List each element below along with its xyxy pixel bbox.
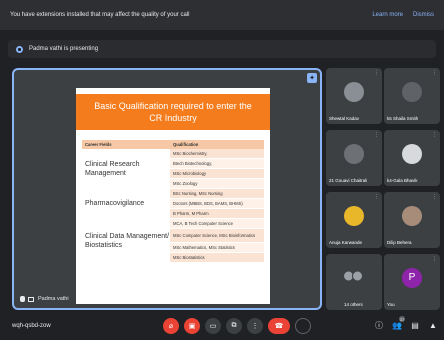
dismiss-button[interactable]: Dismiss	[413, 12, 434, 18]
presenter-name: Padma vathi	[38, 296, 69, 302]
header-qualification: Qualification	[173, 142, 199, 147]
people-count: 37	[399, 316, 405, 322]
people-icon[interactable]: 👥 37	[392, 316, 405, 330]
extensions-banner: You have extensions installed that may a…	[0, 0, 444, 30]
qualification-cell: MCA, B Tech Computer Science	[170, 219, 264, 229]
table-group: Clinical Research Management MSc Biochem…	[82, 149, 264, 189]
avatar	[402, 205, 422, 226]
participant-tile[interactable]: ⋮ k5 Shaila Smith	[384, 68, 440, 124]
end-call-button[interactable]: ☎	[268, 318, 290, 334]
mic-off-icon	[20, 296, 25, 302]
career-field: Clinical Data Management/ Biostatistics	[85, 232, 170, 249]
others-tile[interactable]: 14 others	[326, 254, 382, 310]
participant-tile[interactable]: ⋮ Anuja Karwande	[326, 192, 382, 248]
qualification-cell: Doctors (MBBS, BDS, BAMS, BHMS)	[170, 199, 264, 209]
side-icons: ⓘ 👥 37 ▤ ▲	[366, 316, 438, 330]
others-avatars	[343, 270, 363, 282]
participant-name: k4-Gala Bhavik	[387, 178, 418, 183]
avatar: P	[402, 267, 422, 288]
bottom-bar: wqh-qsbd-zow ⌀ ▣ ▭ ⧉ ⋮ ☎ ⓘ 👥 37 ▤ ▲	[0, 312, 444, 340]
more-options-icon[interactable]: ⋮	[374, 194, 379, 200]
qualification-cell: BSc Nursing, MSc Nursing	[170, 189, 264, 199]
more-options-icon[interactable]: ⋮	[432, 70, 437, 76]
qualification-cell: MSc Biochemistry,	[170, 149, 264, 159]
more-options-icon[interactable]: ⋮	[432, 194, 437, 200]
table-header: Career Fields Qualification	[82, 140, 264, 149]
more-options-button[interactable]: ⋮	[247, 318, 263, 334]
participant-name: Dilip Behera	[387, 240, 412, 245]
camera-off-button[interactable]: ▣	[184, 318, 200, 334]
more-options-icon[interactable]: ⋮	[432, 256, 437, 262]
slide: Basic Qualification required to enter th…	[76, 88, 270, 304]
career-field: Clinical Research Management	[85, 160, 140, 177]
qualification-cell: MSc Mathematics, MSc Statistics	[170, 243, 264, 253]
qualification-table: Career Fields Qualification Clinical Res…	[82, 140, 264, 263]
participant-tile[interactable]: ⋮ Shewtal Kadav	[326, 68, 382, 124]
avatar	[344, 81, 364, 102]
qualification-cell: B Pharm, M Pharm	[170, 209, 264, 219]
chat-icon[interactable]: ▤	[410, 320, 420, 330]
learn-more-link[interactable]: Learn more	[372, 12, 403, 18]
activities-icon[interactable]: ▲	[428, 320, 438, 330]
table-group: Pharmacovigilance BSc Nursing, MSc Nursi…	[82, 189, 264, 219]
avatar	[344, 205, 364, 226]
participant-name: You	[387, 302, 395, 307]
presentation-tile[interactable]: ✦ Basic Qualification required to enter …	[12, 68, 322, 310]
participant-tile[interactable]: ⋮ k4-Gala Bhavik	[384, 130, 440, 186]
pin-icon[interactable]: ✦	[307, 73, 317, 83]
avatar	[402, 81, 422, 102]
presenting-bar: Padma vathi is presenting	[8, 40, 436, 58]
meeting-code: wqh-qsbd-zow	[12, 323, 51, 329]
mic-off-button[interactable]: ⌀	[163, 318, 179, 334]
participant-tile[interactable]: ⋮ 21 Gouavi Chaitrali	[326, 130, 382, 186]
qualification-cell: MSc Zoology	[170, 179, 264, 189]
table-group: Clinical Data Management/ Biostatistics …	[82, 219, 264, 263]
slide-title-line1: Basic Qualification required to enter th…	[94, 100, 252, 111]
captions-button[interactable]: ▭	[205, 318, 221, 334]
slide-title-line2: CR Industry	[149, 113, 197, 123]
slide-title: Basic Qualification required to enter th…	[76, 94, 270, 130]
participant-name: Shewtal Kadav	[329, 116, 360, 121]
qualification-cell: Btech Biotechnology,	[170, 159, 264, 169]
call-controls: ⌀ ▣ ▭ ⧉ ⋮ ☎	[163, 318, 316, 334]
participant-tile[interactable]: ⋮ Dilip Behera	[384, 192, 440, 248]
header-career-fields: Career Fields	[85, 142, 112, 147]
reactions-button[interactable]	[295, 318, 311, 334]
screen-share-icon	[28, 296, 34, 302]
qualification-cell: MSc Biostatistics	[170, 253, 264, 263]
present-button[interactable]: ⧉	[226, 318, 242, 334]
present-icon	[16, 45, 23, 53]
presenter-name-tag: Padma vathi	[16, 294, 73, 304]
avatar	[402, 143, 422, 164]
participant-name: Anuja Karwande	[329, 240, 363, 245]
self-tile[interactable]: ⋮ P You	[384, 254, 440, 310]
participant-name: 21 Gouavi Chaitrali	[329, 178, 368, 183]
qualification-cell: MSc Microbiology	[170, 169, 264, 179]
participant-name: k5 Shaila Smith	[387, 116, 419, 121]
career-field: Pharmacovigilance	[85, 200, 145, 208]
more-options-icon[interactable]: ⋮	[432, 132, 437, 138]
avatar	[344, 143, 364, 164]
more-options-icon[interactable]: ⋮	[374, 70, 379, 76]
more-options-icon[interactable]: ⋮	[374, 132, 379, 138]
qualification-cell: MSc Computer Science, MSc Bioinformatics	[170, 229, 264, 243]
banner-message: You have extensions installed that may a…	[10, 12, 190, 18]
presenting-text: Padma vathi is presenting	[29, 46, 99, 52]
participant-name: 14 others	[344, 302, 363, 307]
info-icon[interactable]: ⓘ	[374, 320, 384, 330]
